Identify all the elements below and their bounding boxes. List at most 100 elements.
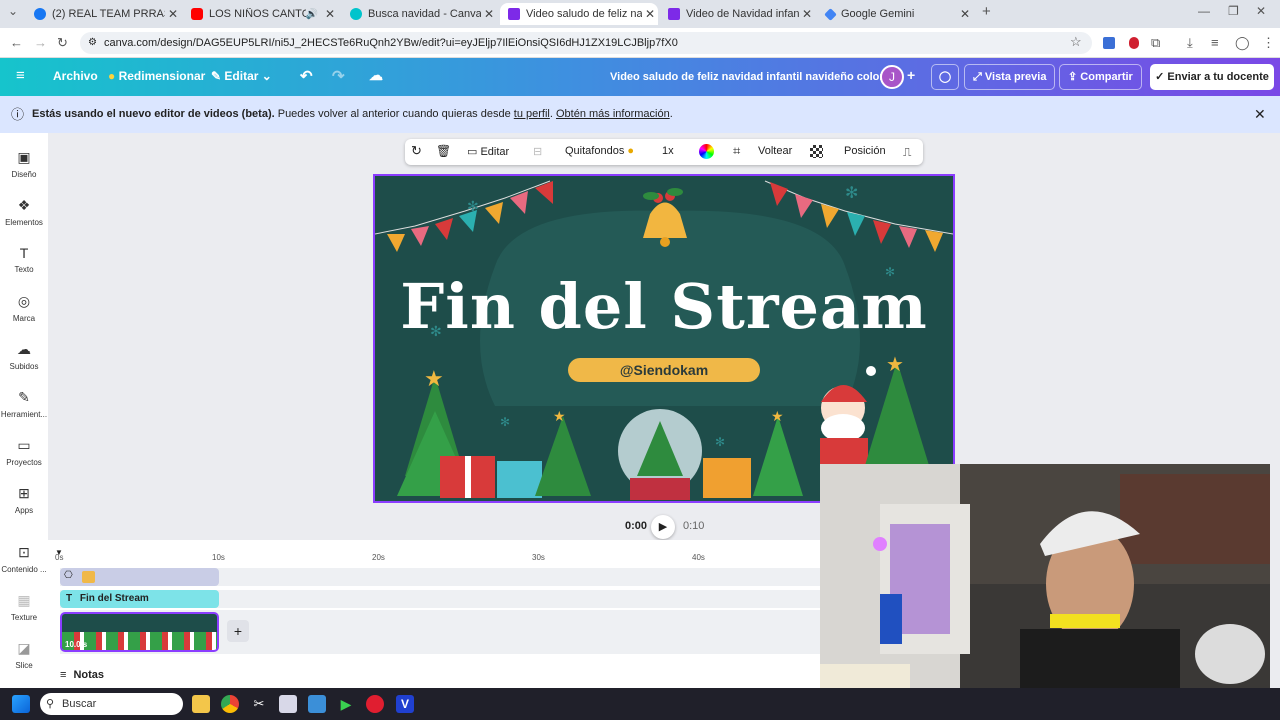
close-icon[interactable]: ✕ <box>322 7 338 21</box>
capcut-icon[interactable]: ✂ <box>250 695 268 713</box>
vegas-icon[interactable]: V <box>396 695 414 713</box>
url-field[interactable]: ⚙ canva.com/design/DAG5EUP5LRI/ni5J_2HEC… <box>80 32 1092 54</box>
reload-icon[interactable]: ↻ <box>57 35 68 51</box>
calculator-icon[interactable] <box>308 695 326 713</box>
paint-roller-icon[interactable]: ⎍ <box>903 145 911 160</box>
tab-busca-navidad[interactable]: Busca navidad - Canva ✕ <box>342 3 497 25</box>
sidebar-item-marca[interactable]: ◎ Marca <box>0 293 48 323</box>
profile-icon[interactable]: ◯ <box>1235 35 1250 51</box>
speaker-icon[interactable]: 🔊 <box>306 9 318 20</box>
design-canvas[interactable]: ✻ ✻ ✻ ✻ ✻ ✻ ★ ★ ★ ★ Fin del Stream @Sien… <box>373 174 955 503</box>
voltear-button[interactable]: Voltear <box>758 145 792 157</box>
maximize-icon[interactable]: ❐ <box>1228 4 1239 18</box>
tab-video-saludo[interactable]: Video saludo de feliz navidad in ✕ <box>500 3 658 25</box>
close-icon[interactable]: ✕ <box>957 7 973 21</box>
redimensionar-button[interactable]: ● Redimensionar <box>108 69 205 83</box>
sidebar-item-texto[interactable]: T Texto <box>0 245 48 274</box>
star-icon[interactable]: ☆ <box>1070 34 1082 50</box>
canva-video-icon <box>508 8 520 20</box>
taskbar-search[interactable]: ⚲ Buscar <box>40 693 183 715</box>
image-track-clip[interactable]: ⎔ <box>60 568 219 586</box>
comments-icon[interactable]: ◯ <box>931 64 959 90</box>
undo-icon[interactable]: ↶ <box>300 67 313 85</box>
site-info-icon[interactable]: ⚙ <box>88 32 97 54</box>
webcam-overlay <box>820 464 1270 688</box>
reading-list-icon[interactable]: ≡ <box>1211 35 1219 50</box>
sidebar-item-slice[interactable]: ◪ Slice <box>0 640 48 670</box>
cloud-sync-icon[interactable]: ☁ <box>369 67 383 84</box>
chrome-icon[interactable] <box>221 695 239 713</box>
replace-icon[interactable]: ↻ <box>411 143 422 159</box>
extensions-icon[interactable]: ⧉ <box>1151 35 1160 51</box>
quitafondos-button[interactable]: Quitafondos ● <box>565 145 634 157</box>
game-launcher-icon[interactable]: ▶ <box>337 695 355 713</box>
enviar-docente-button[interactable]: ✓ Enviar a tu docente <box>1150 64 1274 90</box>
crop-icon[interactable]: ⌗ <box>733 143 740 159</box>
record-extension-icon[interactable] <box>1129 37 1139 49</box>
video-track-clip[interactable]: 10.0 s <box>60 612 219 652</box>
forward-icon[interactable]: → <box>34 35 47 50</box>
design-title-text[interactable]: Fin del Stream <box>375 270 953 343</box>
redo-icon[interactable]: ↷ <box>332 67 345 85</box>
sidebar-item-diseno[interactable]: ▣ Diseño <box>0 149 48 179</box>
menu-kebab-icon[interactable]: ⋮ <box>1262 35 1275 51</box>
tab-video-navidad[interactable]: Video de Navidad infantil rojo ✕ <box>660 3 815 25</box>
slice-icon: ◪ <box>17 640 31 656</box>
design-title[interactable]: Video saludo de feliz navidad infantil n… <box>610 71 900 83</box>
play-button[interactable]: ▶ <box>651 515 675 539</box>
texture-icon: ▦ <box>17 592 31 608</box>
tab-youtube[interactable]: LOS NIÑOS CANTORES DE 🔊 ✕ <box>183 3 338 25</box>
tab-list-icon[interactable]: ⌄ <box>8 4 18 18</box>
svg-text:★: ★ <box>886 352 904 376</box>
total-duration: 0:10 <box>683 520 705 532</box>
canva-icon <box>350 8 362 20</box>
posicion-button[interactable]: Posición <box>844 145 886 157</box>
speed-button[interactable]: 1x <box>662 145 674 157</box>
transparency-icon[interactable] <box>810 145 823 158</box>
add-collaborator-icon[interactable]: + <box>907 67 915 83</box>
sidebar-item-texture[interactable]: ▦ Texture <box>0 592 48 622</box>
close-icon[interactable]: ✕ <box>165 7 181 21</box>
archivo-menu[interactable]: Archivo <box>53 69 98 83</box>
vista-previa-button[interactable]: ⤢ Vista previa <box>964 64 1056 90</box>
more-info-link[interactable]: Obtén más información <box>556 108 670 120</box>
brand-icon: ◎ <box>17 293 31 309</box>
tab-gemini[interactable]: Google Gemini ✕ <box>818 3 973 25</box>
close-icon[interactable]: ✕ <box>481 7 497 21</box>
back-icon[interactable]: ← <box>10 35 23 50</box>
download-icon[interactable]: ⤓ <box>1187 35 1193 51</box>
close-banner-icon[interactable]: ✕ <box>1254 96 1266 133</box>
close-icon[interactable]: ✕ <box>642 7 658 21</box>
sidebar-item-contenido[interactable]: ⊡ Contenido ... <box>0 544 48 574</box>
trash-icon[interactable]: 🗑 <box>436 144 451 158</box>
notes-bar[interactable]: ≡ Notas <box>48 665 820 685</box>
sidebar-item-herramientas[interactable]: ✎ Herramient... <box>0 389 48 419</box>
design-handle-text[interactable]: @Siendokam <box>568 358 760 382</box>
file-explorer-icon[interactable] <box>192 695 210 713</box>
split-icon[interactable]: ⊟ <box>533 145 542 158</box>
pen-icon: ✎ <box>18 389 30 405</box>
app-icon[interactable] <box>279 695 297 713</box>
close-icon[interactable]: ✕ <box>799 7 815 21</box>
music-app-icon[interactable] <box>366 695 384 713</box>
sidebar-item-proyectos[interactable]: ▭ Proyectos <box>0 437 48 467</box>
color-wheel-icon[interactable] <box>699 144 714 159</box>
windows-start-icon[interactable] <box>12 695 30 713</box>
add-clip-button[interactable]: + <box>227 620 249 642</box>
minimize-icon[interactable]: — <box>1198 4 1210 18</box>
translate-extension-icon[interactable] <box>1103 37 1115 49</box>
text-track-clip[interactable]: T Fin del Stream <box>60 590 219 608</box>
new-tab-icon[interactable]: + <box>982 3 991 20</box>
profile-link[interactable]: tu perfil <box>514 108 550 120</box>
avatar[interactable]: J <box>880 65 904 89</box>
tab-facebook[interactable]: (2) REAL TEAM PRRASI | Facebo ✕ <box>26 3 181 25</box>
sidebar-item-apps[interactable]: ⊞ Apps <box>0 485 48 515</box>
compartir-button[interactable]: ⇪ Compartir <box>1059 64 1142 90</box>
canva-video-icon <box>668 8 680 20</box>
sidebar-item-elementos[interactable]: ❖ Elementos <box>0 197 48 227</box>
hamburger-icon[interactable]: ≡ <box>16 67 25 84</box>
sidebar-item-subidos[interactable]: ☁ Subidos <box>0 341 48 371</box>
window-close-icon[interactable]: ✕ <box>1256 4 1266 18</box>
editar-button[interactable]: ▭ Editar <box>467 145 509 158</box>
editar-menu[interactable]: ✎ Editar ⌄ <box>211 69 272 83</box>
